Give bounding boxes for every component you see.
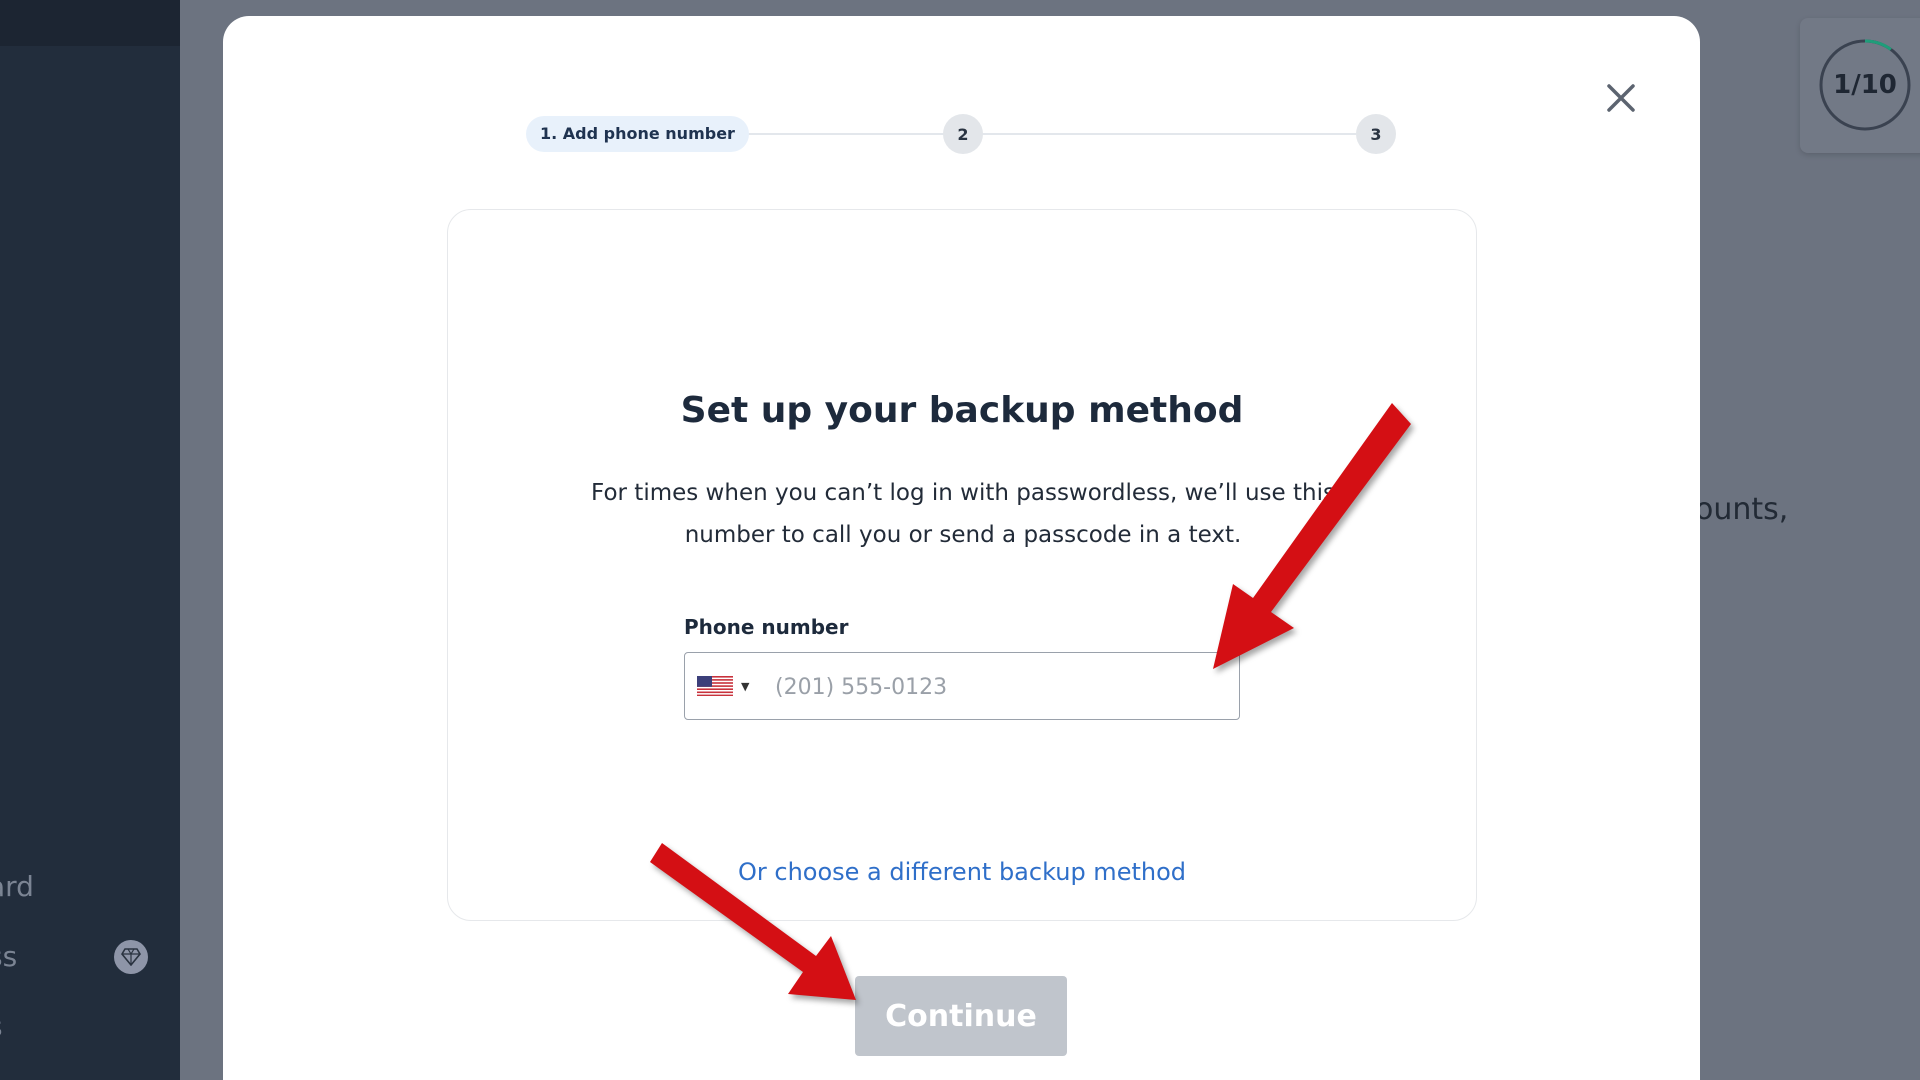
diamond-icon — [114, 940, 148, 974]
phone-number-field: ▼ — [684, 652, 1240, 720]
setup-modal: 1. Add phone number 2 3 Set up your back… — [223, 16, 1700, 1080]
different-backup-method-link[interactable]: Or choose a different backup method — [448, 858, 1476, 886]
step-connector — [983, 133, 1356, 135]
progress-card: 1/10 — [1800, 18, 1920, 153]
sidebar-item-dashboard: ard — [0, 870, 34, 903]
progress-label: 1/10 — [1833, 70, 1897, 100]
sidebar-item-settings: s — [0, 1010, 3, 1043]
close-icon[interactable] — [1601, 78, 1641, 118]
backup-method-card: Set up your backup method For times when… — [447, 209, 1477, 921]
phone-input[interactable] — [773, 663, 1217, 711]
step-2: 2 — [943, 114, 983, 154]
card-title: Set up your backup method — [680, 390, 1244, 431]
app-sidebar — [0, 0, 180, 1080]
step-3: 3 — [1356, 114, 1396, 154]
stepper: 1. Add phone number 2 3 — [526, 114, 1396, 154]
phone-number-label: Phone number — [684, 615, 849, 639]
sidebar-item-password: ss — [0, 940, 18, 973]
card-description: For times when you can’t log in with pas… — [591, 480, 1335, 548]
step-1-active: 1. Add phone number — [526, 116, 749, 152]
country-select[interactable]: ▼ — [697, 671, 757, 701]
continue-button[interactable]: Continue — [855, 976, 1067, 1056]
caret-down-icon: ▼ — [741, 679, 750, 693]
us-flag-icon — [697, 676, 733, 696]
sidebar-header — [0, 0, 180, 46]
background-text: ounts, — [1695, 492, 1789, 527]
